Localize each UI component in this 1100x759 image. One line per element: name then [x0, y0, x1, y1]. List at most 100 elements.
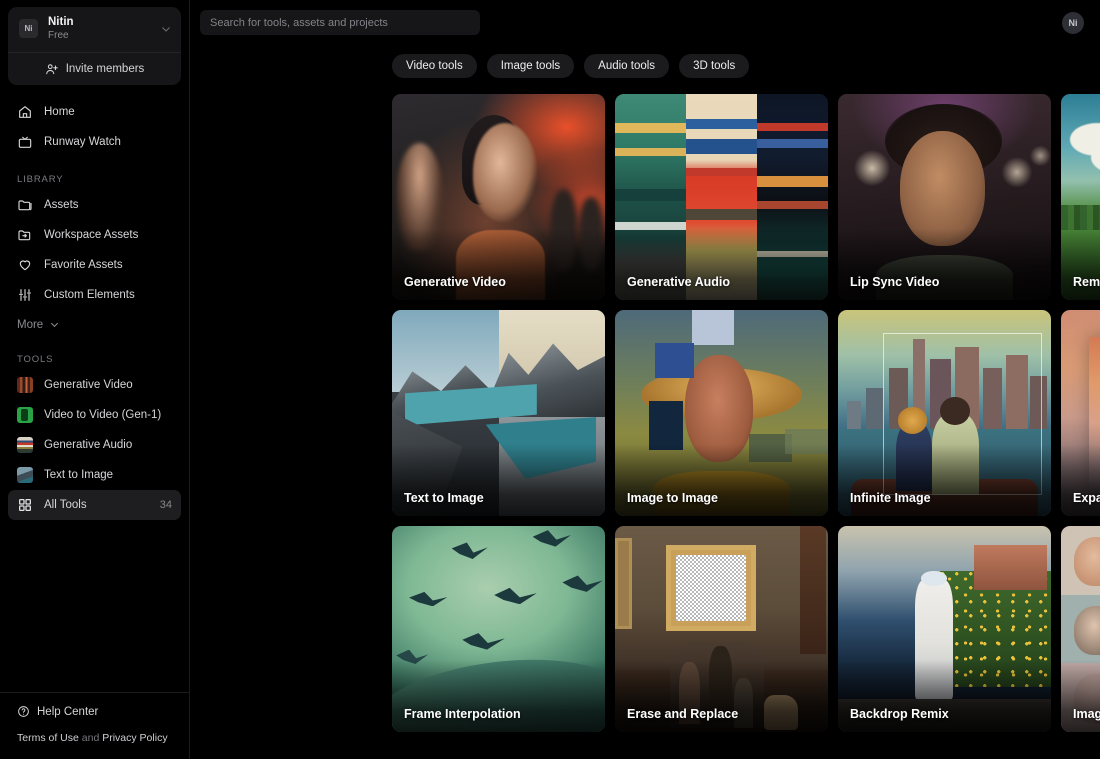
- card-gradient: [838, 444, 1051, 516]
- main-content: Search for tools, assets and projects Ni…: [190, 0, 1100, 759]
- sidebar-item-generative-video[interactable]: Generative Video: [8, 370, 181, 400]
- tool-card-generative-audio[interactable]: Generative Audio: [615, 94, 828, 300]
- tool-card-label: Infinite Image: [850, 491, 931, 505]
- tools-section-title: TOOLS: [17, 353, 54, 365]
- tool-card-generative-video[interactable]: Generative Video: [392, 94, 605, 300]
- primary-nav: Home Runway Watch: [0, 97, 189, 157]
- tool-card-label: Generative Video: [404, 275, 506, 289]
- library-section-title: LIBRARY: [17, 173, 64, 185]
- tool-card-label: Lip Sync Video: [850, 275, 940, 289]
- generative-video-thumb-icon: [17, 376, 33, 393]
- card-gradient: [838, 228, 1051, 300]
- account-name: Nitin: [48, 16, 74, 28]
- workspace-badge: Ni: [19, 19, 38, 39]
- sidebar-item-generative-video-label: Generative Video: [44, 378, 133, 391]
- tool-card-label: Backdrop Remix: [850, 707, 949, 721]
- terms-of-use-link[interactable]: Terms of Use: [17, 732, 79, 744]
- heart-icon: [19, 260, 31, 271]
- legal-and: and: [78, 732, 103, 745]
- library-more-label: More: [17, 318, 44, 331]
- tv-icon: [18, 136, 32, 148]
- tool-card-infinite-image[interactable]: Infinite Image: [838, 310, 1051, 516]
- text-to-image-thumb-icon: [17, 466, 33, 483]
- card-gradient: [1061, 444, 1100, 516]
- sidebar-item-video-to-video[interactable]: Video to Video (Gen-1): [8, 400, 181, 430]
- tool-card-label: Expand Image: [1073, 491, 1100, 505]
- card-gradient: [392, 444, 605, 516]
- card-gradient: [615, 228, 828, 300]
- filter-chip-video-tools[interactable]: Video tools: [392, 54, 477, 78]
- invite-members-button[interactable]: Invite members: [8, 53, 181, 85]
- legal-links: Terms of Use and Privacy Policy: [17, 731, 172, 746]
- question-circle-icon: [18, 706, 29, 718]
- sidebar-item-custom-elements-label: Custom Elements: [44, 288, 135, 301]
- avatar[interactable]: Ni: [1062, 11, 1084, 34]
- card-gradient: [615, 444, 828, 516]
- search-input[interactable]: Search for tools, assets and projects: [200, 10, 480, 35]
- chevron-down-icon: [51, 323, 59, 328]
- sidebar-item-assets-label: Assets: [44, 198, 79, 211]
- tool-card-remove-background[interactable]: Remove Background: [1061, 94, 1100, 300]
- sliders-icon: [19, 288, 31, 301]
- tool-card-frame-interpolation[interactable]: Frame Interpolation: [392, 526, 605, 732]
- sidebar-item-workspace-assets-label: Workspace Assets: [44, 228, 139, 241]
- tool-card-label: Frame Interpolation: [404, 707, 521, 721]
- account-switcher[interactable]: Ni Nitin Free: [8, 7, 181, 52]
- sidebar-item-text-to-image[interactable]: Text to Image: [8, 460, 181, 490]
- tool-card-lip-sync-video[interactable]: Lip Sync Video: [838, 94, 1051, 300]
- generative-audio-thumb-icon: [17, 436, 33, 453]
- filter-chip-3d-tools[interactable]: 3D tools: [679, 54, 750, 78]
- tool-card-image-to-image[interactable]: Image to Image: [615, 310, 828, 516]
- grid-icon: [19, 498, 31, 511]
- sidebar-item-assets[interactable]: Assets: [8, 190, 181, 220]
- sidebar-item-home-label: Home: [44, 105, 75, 118]
- search-placeholder: Search for tools, assets and projects: [210, 16, 388, 29]
- sidebar-item-favorite-assets[interactable]: Favorite Assets: [8, 250, 181, 280]
- tool-card-backdrop-remix[interactable]: Backdrop Remix: [838, 526, 1051, 732]
- tools-nav: Generative Video Video to Video (Gen-1) …: [0, 370, 189, 520]
- card-gradient: [1061, 660, 1100, 732]
- tool-card-label: Erase and Replace: [627, 707, 739, 721]
- sidebar-item-home[interactable]: Home: [8, 97, 181, 127]
- folder-icon: [18, 200, 32, 211]
- user-plus-icon: [45, 64, 58, 75]
- sidebar-item-favorite-assets-label: Favorite Assets: [44, 258, 123, 271]
- tool-card-label: Remove Background: [1073, 275, 1100, 289]
- privacy-policy-link[interactable]: Privacy Policy: [102, 732, 167, 744]
- sidebar-item-runway-watch-label: Runway Watch: [44, 135, 121, 148]
- chevron-down-icon: [162, 27, 170, 32]
- account-text: Nitin Free: [48, 15, 160, 43]
- tool-card-expand-image[interactable]: Expand Image: [1061, 310, 1100, 516]
- library-more-button[interactable]: More: [0, 313, 189, 337]
- tool-grid: Generative Video Generative Audio Lip Sy…: [190, 78, 1100, 732]
- top-bar: Search for tools, assets and projects Ni: [190, 0, 1100, 45]
- tool-card-erase-and-replace[interactable]: Erase and Replace: [615, 526, 828, 732]
- sidebar-footer: Help Center Terms of Use and Privacy Pol…: [0, 692, 189, 759]
- account-card: Ni Nitin Free Invite members: [8, 7, 181, 85]
- filter-chips: Video tools Image tools Audio tools 3D t…: [190, 45, 1100, 78]
- sidebar-item-custom-elements[interactable]: Custom Elements: [8, 280, 181, 310]
- sidebar-item-runway-watch[interactable]: Runway Watch: [8, 127, 181, 157]
- sidebar-item-workspace-assets[interactable]: Workspace Assets: [8, 220, 181, 250]
- filter-chip-image-tools[interactable]: Image tools: [486, 54, 575, 78]
- sidebar-item-generative-audio-label: Generative Audio: [44, 438, 133, 451]
- tool-card-label: Image to Image: [627, 491, 718, 505]
- library-nav: Assets Workspace Assets Favorite Assets …: [0, 190, 189, 310]
- sidebar-item-all-tools-label: All Tools: [44, 498, 87, 511]
- tool-card-label: Text to Image: [404, 491, 484, 505]
- tool-card-text-to-image[interactable]: Text to Image: [392, 310, 605, 516]
- tool-card-label: Generative Audio: [627, 275, 731, 289]
- card-gradient: [392, 660, 605, 732]
- filter-chip-audio-tools[interactable]: Audio tools: [584, 54, 670, 78]
- invite-members-label: Invite members: [65, 62, 145, 75]
- tool-card-image-variation[interactable]: Image Variation: [1061, 526, 1100, 732]
- sidebar: Ni Nitin Free Invite members Home Runway…: [0, 0, 190, 759]
- home-icon: [19, 105, 31, 118]
- sidebar-item-video-to-video-label: Video to Video (Gen-1): [44, 408, 162, 421]
- sidebar-item-all-tools[interactable]: All Tools 34: [8, 489, 181, 520]
- card-gradient: [838, 660, 1051, 732]
- account-plan: Free: [48, 30, 69, 42]
- sidebar-item-generative-audio[interactable]: Generative Audio: [8, 430, 181, 460]
- help-center-link[interactable]: Help Center: [17, 705, 172, 718]
- card-gradient: [1061, 228, 1100, 300]
